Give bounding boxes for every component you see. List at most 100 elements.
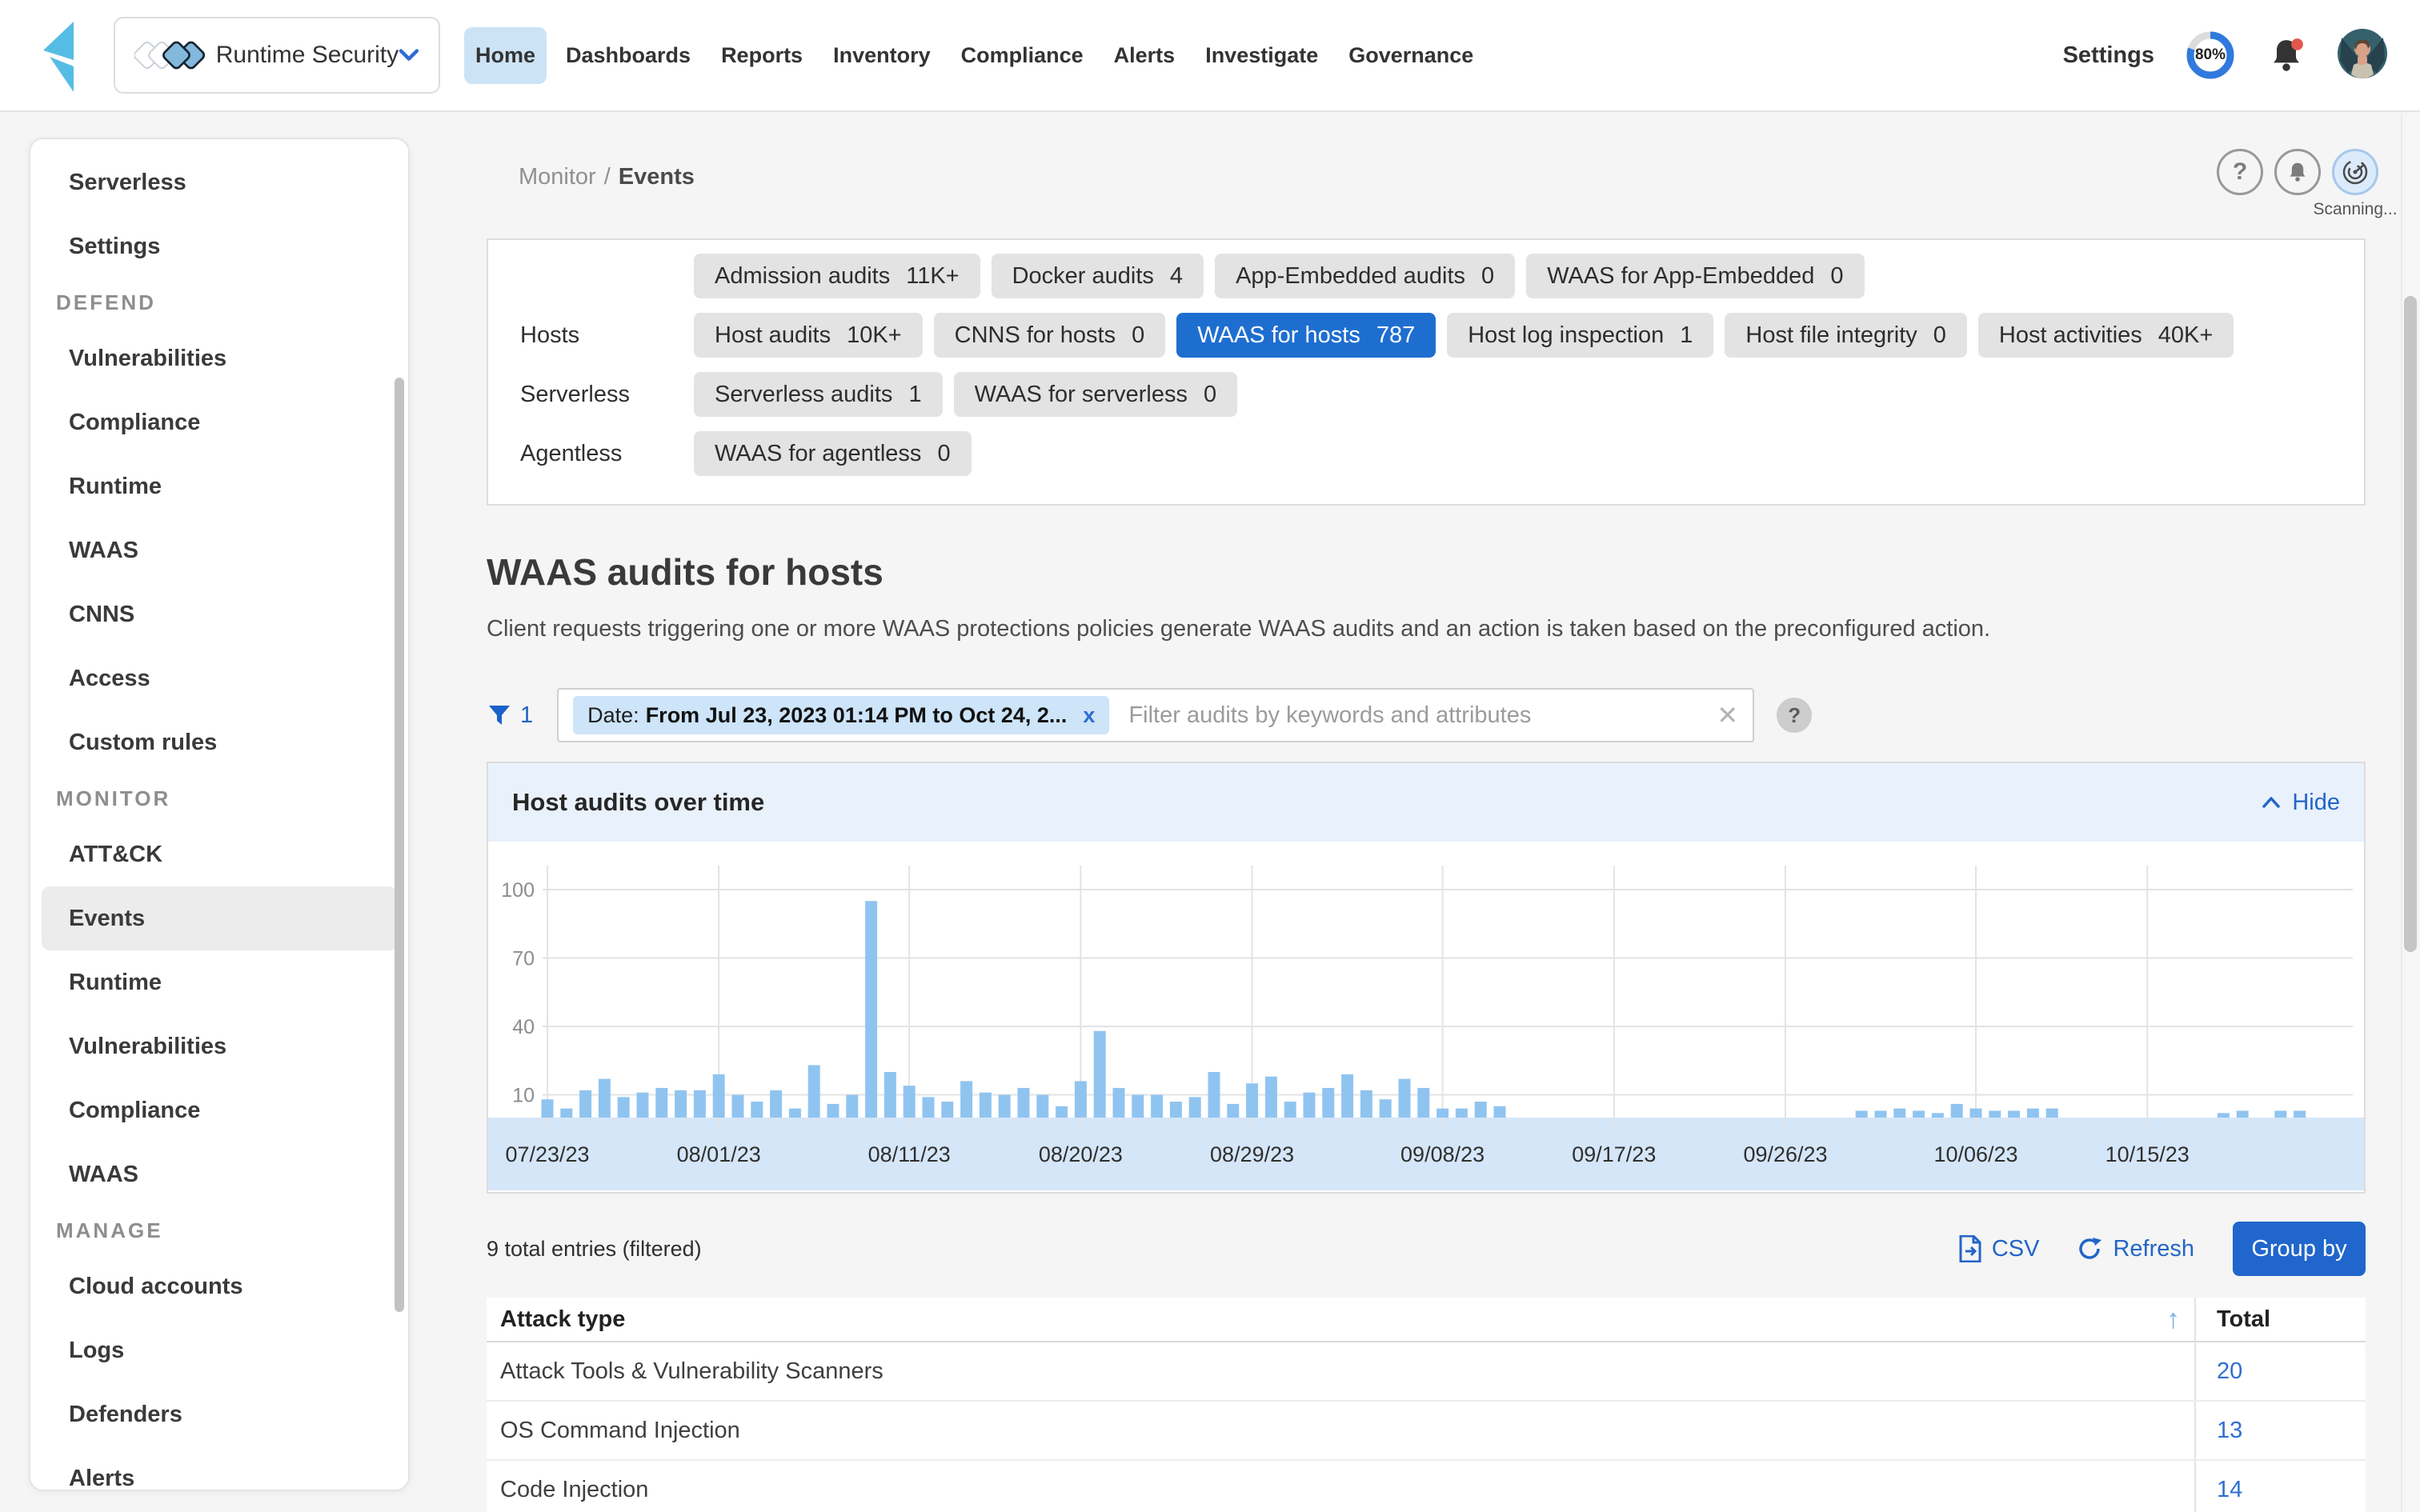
csv-export-button[interactable]: CSV xyxy=(1958,1235,2040,1262)
audit-count-bar[interactable] xyxy=(2294,1110,2306,1118)
sidebar-item-compliance[interactable]: Compliance xyxy=(30,390,408,454)
sidebar-item-compliance[interactable]: Compliance xyxy=(30,1078,408,1142)
filter-pill-serverless-audits[interactable]: Serverless audits1 xyxy=(694,372,943,417)
audit-count-bar[interactable] xyxy=(923,1097,935,1118)
sidebar-item-access[interactable]: Access xyxy=(30,646,408,710)
audit-count-bar[interactable] xyxy=(1951,1104,1963,1118)
module-selector[interactable]: Runtime Security xyxy=(114,17,440,94)
filter-pill-app-embedded-audits[interactable]: App-Embedded audits0 xyxy=(1215,254,1515,298)
filter-pill-admission-audits[interactable]: Admission audits11K+ xyxy=(694,254,980,298)
audit-count-bar[interactable] xyxy=(1132,1095,1144,1118)
radar-scanning-icon[interactable] xyxy=(2332,149,2378,195)
audit-count-bar[interactable] xyxy=(999,1095,1011,1118)
audit-count-bar[interactable] xyxy=(1932,1113,1944,1118)
audit-count-bar[interactable] xyxy=(1170,1102,1182,1118)
settings-link[interactable]: Settings xyxy=(2063,42,2154,69)
audit-count-bar[interactable] xyxy=(675,1090,687,1118)
audit-count-bar[interactable] xyxy=(732,1095,744,1118)
nav-item-alerts[interactable]: Alerts xyxy=(1103,27,1187,84)
filter-pill-host-log-inspection[interactable]: Host log inspection1 xyxy=(1447,313,1713,358)
filter-pill-waas-for-hosts[interactable]: WAAS for hosts787 xyxy=(1176,313,1436,358)
hide-chart-button[interactable]: Hide xyxy=(2262,790,2340,816)
audit-count-bar[interactable] xyxy=(960,1081,972,1118)
prisma-logo-icon[interactable] xyxy=(35,15,93,95)
sidebar-item-cnns[interactable]: CNNS xyxy=(30,582,408,646)
audit-count-bar[interactable] xyxy=(1246,1083,1258,1118)
audit-count-bar[interactable] xyxy=(1056,1106,1068,1118)
audit-count-bar[interactable] xyxy=(1151,1095,1163,1118)
sidebar-scrollbar[interactable] xyxy=(395,378,404,1312)
audit-count-bar[interactable] xyxy=(1265,1077,1277,1118)
sidebar-item-runtime[interactable]: Runtime xyxy=(30,454,408,518)
filter-funnel-button[interactable]: 1 xyxy=(487,702,533,729)
audit-count-bar[interactable] xyxy=(2027,1109,2039,1118)
audit-count-bar[interactable] xyxy=(618,1097,630,1118)
breadcrumb-parent[interactable]: Monitor xyxy=(519,164,596,190)
notifications-bell-icon[interactable] xyxy=(2266,35,2306,75)
audit-count-bar[interactable] xyxy=(1018,1088,1030,1118)
filter-pill-docker-audits[interactable]: Docker audits4 xyxy=(992,254,1204,298)
audit-count-bar[interactable] xyxy=(1893,1109,1905,1118)
sidebar-item-cloud-accounts[interactable]: Cloud accounts xyxy=(30,1254,408,1318)
audit-count-bar[interactable] xyxy=(579,1090,591,1118)
total-count-link[interactable]: 13 xyxy=(2217,1418,2242,1444)
audit-count-bar[interactable] xyxy=(1208,1072,1220,1118)
audit-count-bar[interactable] xyxy=(2046,1109,2058,1118)
sidebar-item-waas[interactable]: WAAS xyxy=(30,1142,408,1206)
nav-item-reports[interactable]: Reports xyxy=(710,27,814,84)
clear-filter-icon[interactable]: ✕ xyxy=(1717,700,1738,730)
nav-item-dashboards[interactable]: Dashboards xyxy=(555,27,702,84)
column-header-attack-type[interactable]: Attack type xyxy=(500,1306,625,1333)
sidebar-item-att-ck[interactable]: ATT&CK xyxy=(30,822,408,886)
filter-pill-cnns-for-hosts[interactable]: CNNS for hosts0 xyxy=(934,313,1166,358)
audit-count-bar[interactable] xyxy=(1304,1093,1316,1118)
table-row[interactable]: Attack Tools & Vulnerability Scanners20 xyxy=(487,1342,2366,1402)
audit-count-bar[interactable] xyxy=(751,1102,763,1118)
audit-count-bar[interactable] xyxy=(770,1090,782,1118)
audit-count-bar[interactable] xyxy=(1094,1031,1106,1118)
filter-pill-host-audits[interactable]: Host audits10K+ xyxy=(694,313,923,358)
group-by-button[interactable]: Group by xyxy=(2233,1222,2366,1276)
date-chip-remove-icon[interactable]: x xyxy=(1083,703,1095,728)
credits-progress-ring[interactable]: 80% xyxy=(2185,30,2236,81)
total-count-link[interactable]: 20 xyxy=(2217,1358,2242,1385)
sidebar-item-waas[interactable]: WAAS xyxy=(30,518,408,582)
filter-pill-waas-for-agentless[interactable]: WAAS for agentless0 xyxy=(694,431,972,476)
audit-count-bar[interactable] xyxy=(1189,1097,1201,1118)
audit-count-bar[interactable] xyxy=(789,1109,801,1118)
audit-count-bar[interactable] xyxy=(637,1093,649,1118)
audit-count-bar[interactable] xyxy=(2237,1110,2249,1118)
audit-count-bar[interactable] xyxy=(941,1102,953,1118)
nav-item-home[interactable]: Home xyxy=(464,27,547,84)
audit-count-bar[interactable] xyxy=(884,1072,896,1118)
sidebar-item-custom-rules[interactable]: Custom rules xyxy=(30,710,408,774)
alerts-bell-icon[interactable] xyxy=(2274,149,2321,195)
audit-count-bar[interactable] xyxy=(1322,1088,1334,1118)
sidebar-item-events[interactable]: Events xyxy=(42,886,397,950)
audit-count-bar[interactable] xyxy=(1227,1104,1239,1118)
audit-count-bar[interactable] xyxy=(1494,1106,1506,1118)
audit-count-bar[interactable] xyxy=(599,1079,611,1118)
filter-pill-host-file-integrity[interactable]: Host file integrity0 xyxy=(1725,313,1967,358)
audit-count-bar[interactable] xyxy=(865,901,877,1118)
audit-count-bar[interactable] xyxy=(542,1099,554,1118)
sidebar-item-runtime[interactable]: Runtime xyxy=(30,950,408,1014)
audit-count-bar[interactable] xyxy=(980,1093,992,1118)
audit-count-bar[interactable] xyxy=(827,1104,839,1118)
audit-count-bar[interactable] xyxy=(1399,1079,1411,1118)
audit-count-bar[interactable] xyxy=(1456,1109,1468,1118)
audit-count-bar[interactable] xyxy=(694,1090,706,1118)
audit-count-bar[interactable] xyxy=(903,1086,916,1118)
audit-count-bar[interactable] xyxy=(655,1088,667,1118)
sidebar-item-alerts[interactable]: Alerts xyxy=(30,1446,408,1510)
refresh-button[interactable]: Refresh xyxy=(2076,1235,2194,1262)
audit-count-bar[interactable] xyxy=(1113,1088,1125,1118)
audit-count-bar[interactable] xyxy=(2008,1110,2020,1118)
filter-pill-waas-for-serverless[interactable]: WAAS for serverless0 xyxy=(954,372,1238,417)
audit-count-bar[interactable] xyxy=(1436,1109,1448,1118)
filter-pill-waas-for-app-embedded[interactable]: WAAS for App-Embedded0 xyxy=(1526,254,1864,298)
audit-count-bar[interactable] xyxy=(1380,1099,1392,1118)
audit-count-bar[interactable] xyxy=(1856,1110,1868,1118)
nav-item-compliance[interactable]: Compliance xyxy=(950,27,1095,84)
audit-count-bar[interactable] xyxy=(1989,1110,2001,1118)
